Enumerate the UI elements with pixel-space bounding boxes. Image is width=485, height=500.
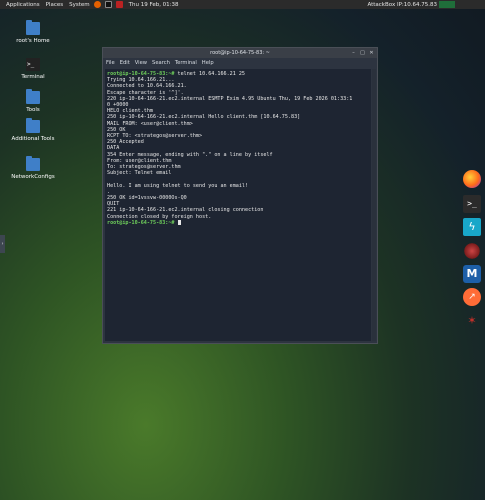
maximize-icon[interactable]: □ — [360, 50, 365, 56]
top-panel: Applications Places System Thu 19 Feb, 0… — [0, 0, 485, 9]
text-editor-launcher-icon[interactable] — [115, 1, 123, 8]
side-panel-handle[interactable]: › — [0, 235, 5, 253]
attackbox-ip-indicator: AttackBox IP:10.64.75.83 — [367, 0, 455, 9]
network-tool-icon[interactable]: ✶ — [463, 312, 481, 330]
terminal-line-text: Subject: Telnet email — [107, 170, 172, 177]
terminal-line-text: telnet 10.64.166.21 25 — [174, 71, 246, 77]
ip-highlight — [439, 1, 455, 8]
attackbox-ip-label: AttackBox IP:10.64.75.83 — [367, 1, 437, 8]
terminal-line-text: HELO client.thm — [107, 108, 154, 115]
tools-folder-icon — [26, 89, 40, 104]
terminal-line-text — [107, 176, 110, 182]
terminal-line: root@ip-10-64-75-83:~# — [107, 219, 369, 226]
terminal-line: 220 ip-10-64-166-21.ec2.internal ESMTP E… — [107, 96, 369, 102]
terminal-line-text: 250 OK — [107, 126, 126, 133]
terminal-line-text: Escape character is '^]'. — [107, 89, 184, 96]
terminal-line-text: Connection closed by foreign host. — [107, 213, 212, 220]
postman-icon[interactable]: ↗ — [463, 288, 481, 306]
terminal-line-text: 220 ip-10-64-166-21.ec2.internal ESMTP E… — [107, 95, 353, 102]
terminal-line-text: To: strategos@server.thm — [107, 164, 181, 171]
terminal-line-text: Hello. I am using telnet to send you an … — [107, 182, 249, 189]
menu-edit[interactable]: Edit — [120, 60, 130, 66]
menu-help[interactable]: Help — [202, 60, 214, 66]
desktop-icon-label: NetworkConfigs — [11, 174, 55, 180]
terminal-line-text: 354 Enter message, ending with "." on a … — [107, 151, 273, 158]
desktop-icon-label: Tools — [26, 107, 40, 113]
terminal-line-text: 221 ip-10-64-166-21.ec2.internal closing… — [107, 207, 264, 214]
shell-prompt: root@ip-10-64-75-83:~# — [107, 219, 175, 226]
terminal-window[interactable]: root@ip-10-64-75-83: ~ – □ ✕ File Edit V… — [102, 47, 378, 344]
terminal-line-text: 250 OK id=1vssvw-0000Os-Q0 — [107, 195, 187, 202]
terminal-titlebar[interactable]: root@ip-10-64-75-83: ~ – □ ✕ — [103, 48, 377, 58]
terminal-launcher-icon[interactable] — [104, 1, 112, 8]
shell-prompt: root@ip-10-64-75-83:~# — [107, 71, 175, 77]
desktop-icon-label: root's Home — [16, 38, 50, 44]
firefox-icon[interactable] — [463, 170, 481, 188]
terminal-line-text: DATA — [107, 145, 120, 152]
desktop-icon-tools[interactable]: Tools — [3, 89, 63, 113]
desktop-icon-label: Terminal — [21, 74, 45, 80]
menu-file[interactable]: File — [106, 60, 115, 66]
terminal-line-text: 250 ip-10-64-166-21.ec2.internal Hello c… — [107, 114, 301, 121]
applications-menu[interactable]: Applications — [6, 2, 40, 8]
terminal-line-text: Connected to 10.64.166.21. — [107, 83, 187, 90]
desktop-icon-networkconfigs[interactable]: NetworkConfigs — [3, 156, 63, 180]
close-icon[interactable]: ✕ — [369, 50, 374, 56]
terminal-output[interactable]: root@ip-10-64-75-83:~# telnet 10.64.166.… — [105, 69, 371, 341]
terminal-cursor — [177, 219, 181, 225]
terminal-scrollbar[interactable] — [372, 69, 376, 341]
minimize-icon[interactable]: – — [351, 50, 356, 56]
terminal-line-text: RCPT TO: <strategos@server.thm> — [107, 133, 203, 140]
burpsuite-icon[interactable]: ϟ — [463, 218, 481, 236]
desktop-icon-label: Additional Tools — [11, 136, 55, 142]
terminal-line-text: 250 Accepted — [107, 139, 144, 146]
terminal-icon: >_ — [26, 58, 40, 71]
menu-view[interactable]: View — [135, 60, 147, 66]
terminal-menubar: File Edit View Search Terminal Help — [103, 58, 377, 67]
firefox-launcher-icon[interactable] — [93, 1, 101, 8]
networkconfigs-folder-icon — [26, 156, 40, 171]
home-folder-icon — [26, 20, 40, 35]
menu-search[interactable]: Search — [152, 60, 170, 66]
additional-tools-folder-icon — [26, 118, 40, 133]
desktop-icon-terminal[interactable]: >_ Terminal — [3, 58, 63, 80]
terminal-line-text: . — [107, 188, 111, 195]
terminal-line-text: 0 +0000 — [107, 102, 129, 109]
terminal-line-text: QUIT — [107, 201, 120, 208]
desktop-icon-home[interactable]: root's Home — [3, 20, 63, 44]
terminal-line-text: MAIL FROM: <user@client.thm> — [107, 120, 193, 127]
metasploit-icon[interactable]: M — [463, 265, 481, 283]
right-dock: >_ ϟ M ↗ ✶ — [459, 160, 485, 340]
terminal-line-text: Trying 10.64.166.21... — [107, 77, 175, 84]
places-menu[interactable]: Places — [46, 2, 64, 8]
wireshark-icon[interactable] — [463, 242, 481, 260]
menu-terminal[interactable]: Terminal — [175, 60, 197, 66]
terminal-line-text: From: user@client.thm — [107, 157, 172, 164]
terminal-icon[interactable]: >_ — [463, 195, 481, 213]
system-menu[interactable]: System — [69, 2, 90, 8]
terminal-title: root@ip-10-64-75-83: ~ — [210, 50, 270, 56]
clock[interactable]: Thu 19 Feb, 01:38 — [129, 2, 179, 8]
desktop-icon-additional-tools[interactable]: Additional Tools — [3, 118, 63, 142]
